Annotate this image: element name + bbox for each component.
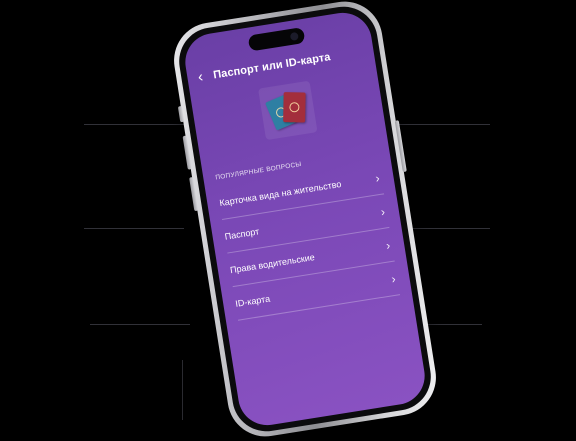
background-guide-line <box>390 124 490 125</box>
list-item-label: Права водительские <box>229 251 316 275</box>
list-item-label: ID-карта <box>234 293 271 309</box>
chevron-right-icon: › <box>374 170 381 185</box>
dynamic-island <box>247 26 306 52</box>
camera-dot <box>289 31 299 42</box>
popular-questions-list: Карточка вида на жительство › Паспорт › … <box>216 160 401 321</box>
chevron-right-icon: › <box>379 204 386 219</box>
background-guide-line <box>84 228 184 229</box>
chevron-left-icon[interactable]: ‹ <box>186 64 215 92</box>
background-guide-line <box>84 124 184 125</box>
list-item-label: Паспорт <box>223 225 260 242</box>
app-screen: ‹ Паспорт или ID-карта популярные вопрос… <box>181 8 429 430</box>
background-guide-line <box>182 360 183 420</box>
chevron-right-icon: › <box>384 237 392 253</box>
passport-red-icon <box>283 92 306 123</box>
background-guide-line <box>90 324 190 325</box>
passports-illustration <box>258 80 318 141</box>
page-title: Паспорт или ID-карта <box>212 51 332 82</box>
stage: ‹ Паспорт или ID-карта популярные вопрос… <box>0 0 576 441</box>
chevron-right-icon: › <box>390 271 397 286</box>
emblem-icon <box>289 102 300 113</box>
phone-mockup: ‹ Паспорт или ID-карта популярные вопрос… <box>168 0 442 441</box>
